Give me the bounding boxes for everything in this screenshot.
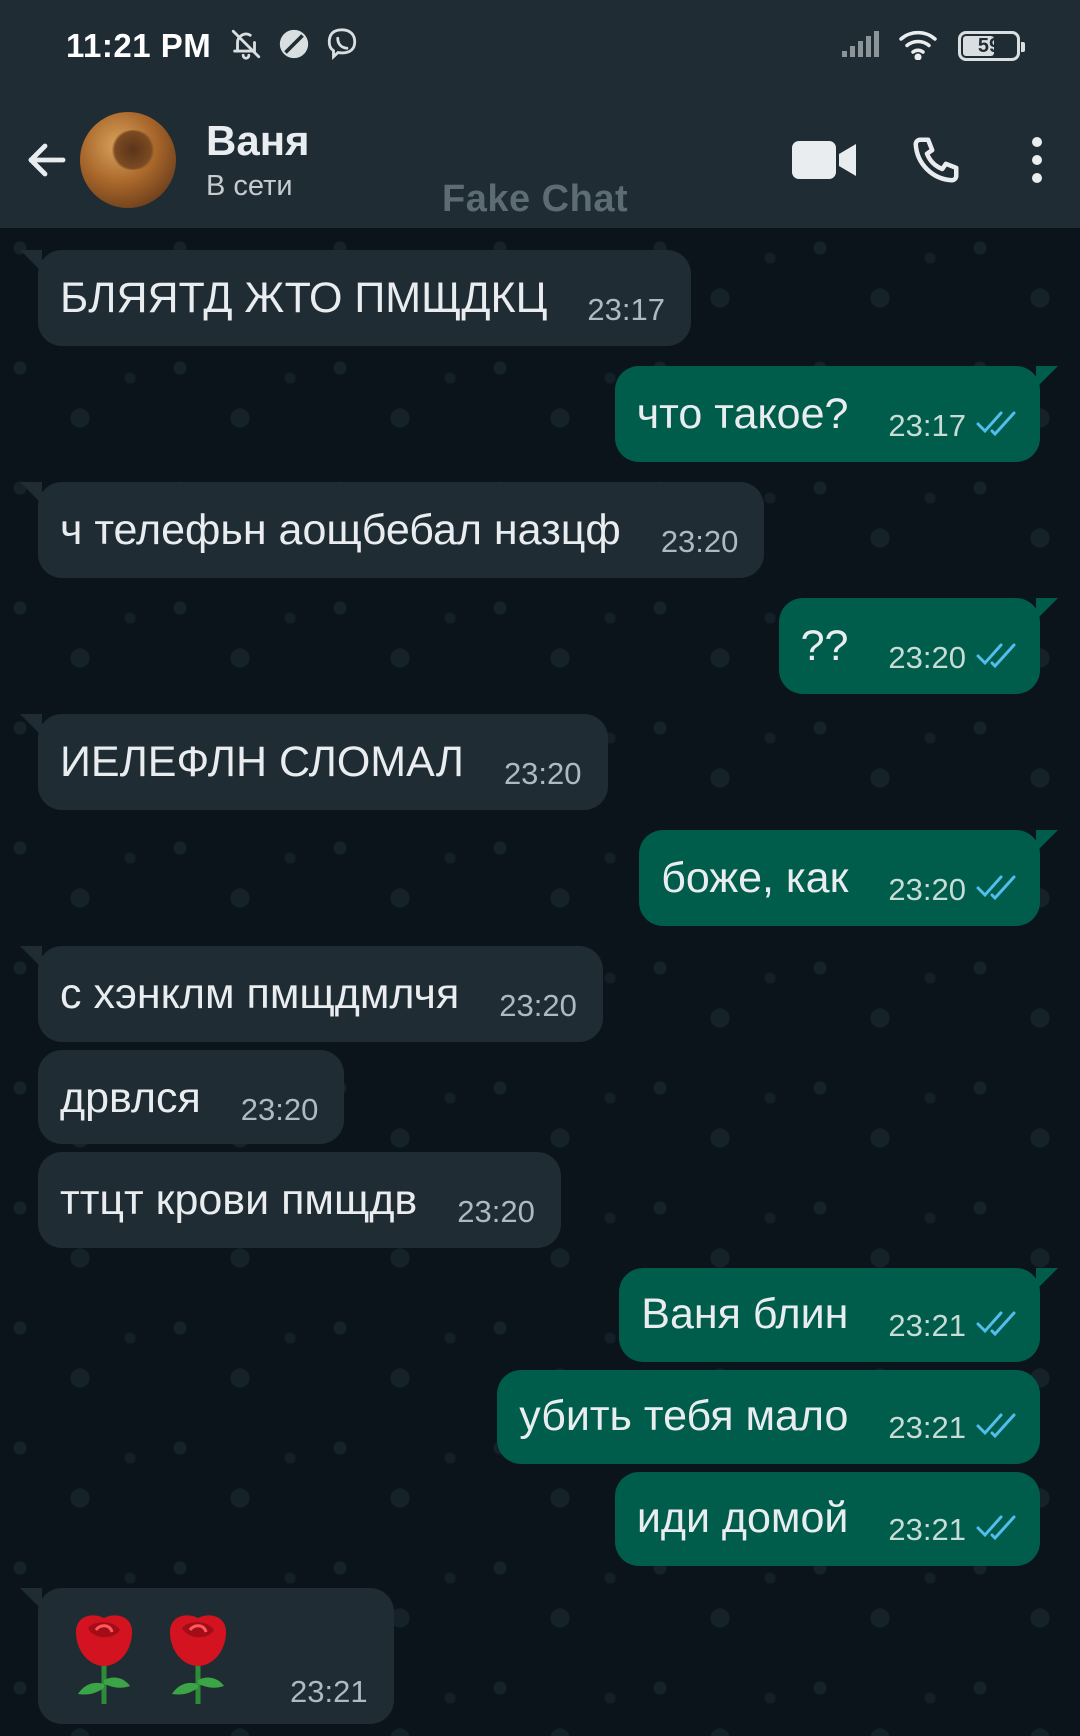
back-button[interactable] <box>20 133 74 187</box>
message-time: 23:21 <box>888 1512 966 1547</box>
double-check-icon <box>976 874 1018 900</box>
bell-off-icon <box>229 27 263 66</box>
contact-info[interactable]: Ваня В сети <box>206 116 310 204</box>
message-bubble-incoming[interactable]: ттцт крови пмщдв 23:20 <box>38 1152 561 1248</box>
message-time: 23:20 <box>888 872 966 907</box>
message-bubble-incoming[interactable]: с хэнклм пмщдмлчя 23:20 <box>20 946 603 1042</box>
voice-call-button[interactable] <box>906 130 966 190</box>
message-text: дрвлся <box>60 1074 201 1122</box>
double-check-icon <box>976 642 1018 668</box>
message-text: ИЕЛЕФЛН СЛОМАЛ <box>60 738 464 786</box>
message-time: 23:20 <box>503 756 582 791</box>
status-time: 11:21 PM <box>66 27 212 64</box>
message-time: 23:20 <box>457 1194 535 1229</box>
message-time: 23:20 <box>660 524 739 559</box>
back-arrow-icon <box>28 143 66 177</box>
message-bubble-incoming[interactable]: дрвлся 23:20 <box>38 1050 345 1144</box>
status-icons-left <box>229 27 359 66</box>
message-text: БЛЯЯТД ЖТО ПМЩДКЦ <box>60 274 548 322</box>
video-call-icon <box>792 141 856 179</box>
message-text: с хэнклм пмщдмлчя <box>60 970 460 1018</box>
more-options-button[interactable] <box>1022 130 1052 190</box>
rose-emoji-icon <box>170 1615 226 1704</box>
viber-icon <box>325 27 359 66</box>
message-time: 23:17 <box>587 292 665 327</box>
message-bubble-incoming[interactable]: БЛЯЯТД ЖТО ПМЩДКЦ 23:17 <box>20 250 691 346</box>
phone-call-icon <box>913 137 959 183</box>
double-check-icon <box>976 1412 1018 1438</box>
message-time: 23:17 <box>888 408 966 443</box>
message-bubble-incoming[interactable]: ИЕЛЕФЛН СЛОМАЛ 23:20 <box>20 714 608 810</box>
status-icons-right: 59 <box>840 28 1025 65</box>
status-bar: 11:21 PM 59 <box>0 0 1080 92</box>
message-time: 23:21 <box>290 1674 368 1709</box>
message-time: 23:20 <box>240 1092 319 1127</box>
rose-emoji-icon <box>76 1615 132 1704</box>
emoji-group <box>64 1610 238 1706</box>
double-check-icon <box>976 1310 1018 1336</box>
message-time: 23:21 <box>888 1410 966 1445</box>
avatar[interactable] <box>80 112 176 208</box>
video-call-button[interactable] <box>790 125 860 195</box>
message-text: Ваня блин <box>641 1290 849 1338</box>
message-text: ?? <box>800 622 849 670</box>
chat-screen: 11:21 PM 59 Ваня В сети Fake Chat БЛЯЯТД… <box>0 0 1080 1736</box>
double-check-icon <box>976 410 1018 436</box>
message-text: иди домой <box>636 1494 849 1542</box>
contact-name: Ваня <box>206 117 310 164</box>
message-bubble-incoming[interactable]: 23:21 <box>20 1588 394 1724</box>
wifi-icon <box>898 28 940 65</box>
message-bubble-outgoing[interactable]: что такое? 23:17 <box>614 366 1058 462</box>
message-bubble-outgoing[interactable]: убить тебя мало 23:21 <box>497 1370 1040 1464</box>
message-bubble-incoming[interactable]: ч телефьн аощбебал назцф 23:20 <box>20 482 765 578</box>
watermark: Fake Chat <box>442 178 629 220</box>
message-text: боже, как <box>661 854 849 902</box>
chat-area[interactable]: БЛЯЯТД ЖТО ПМЩДКЦ 23:17 что такое? 23:17… <box>0 228 1080 1736</box>
contact-status: В сети <box>206 170 293 202</box>
message-text: что такое? <box>636 390 849 438</box>
message-time: 23:21 <box>888 1308 966 1343</box>
message-time: 23:20 <box>499 988 577 1023</box>
header-actions <box>790 125 1052 195</box>
battery-icon: 59 <box>958 31 1025 61</box>
more-options-icon <box>1032 137 1042 183</box>
message-bubble-outgoing[interactable]: иди домой 23:21 <box>614 1472 1040 1566</box>
message-bubble-outgoing[interactable]: боже, как 23:20 <box>639 830 1058 926</box>
message-time: 23:20 <box>888 640 966 675</box>
battery-percent: 59 <box>977 34 1001 57</box>
message-text: ттцт крови пмщдв <box>60 1176 418 1224</box>
message-bubble-outgoing[interactable]: ?? 23:20 <box>778 598 1058 694</box>
signal-icon <box>840 29 880 64</box>
do-not-disturb-icon <box>277 27 311 66</box>
message-text: убить тебя мало <box>519 1392 849 1440</box>
message-text: ч телефьн аощбебал назцф <box>60 506 621 554</box>
message-bubble-outgoing[interactable]: Ваня блин 23:21 <box>619 1268 1058 1362</box>
double-check-icon <box>976 1514 1018 1540</box>
